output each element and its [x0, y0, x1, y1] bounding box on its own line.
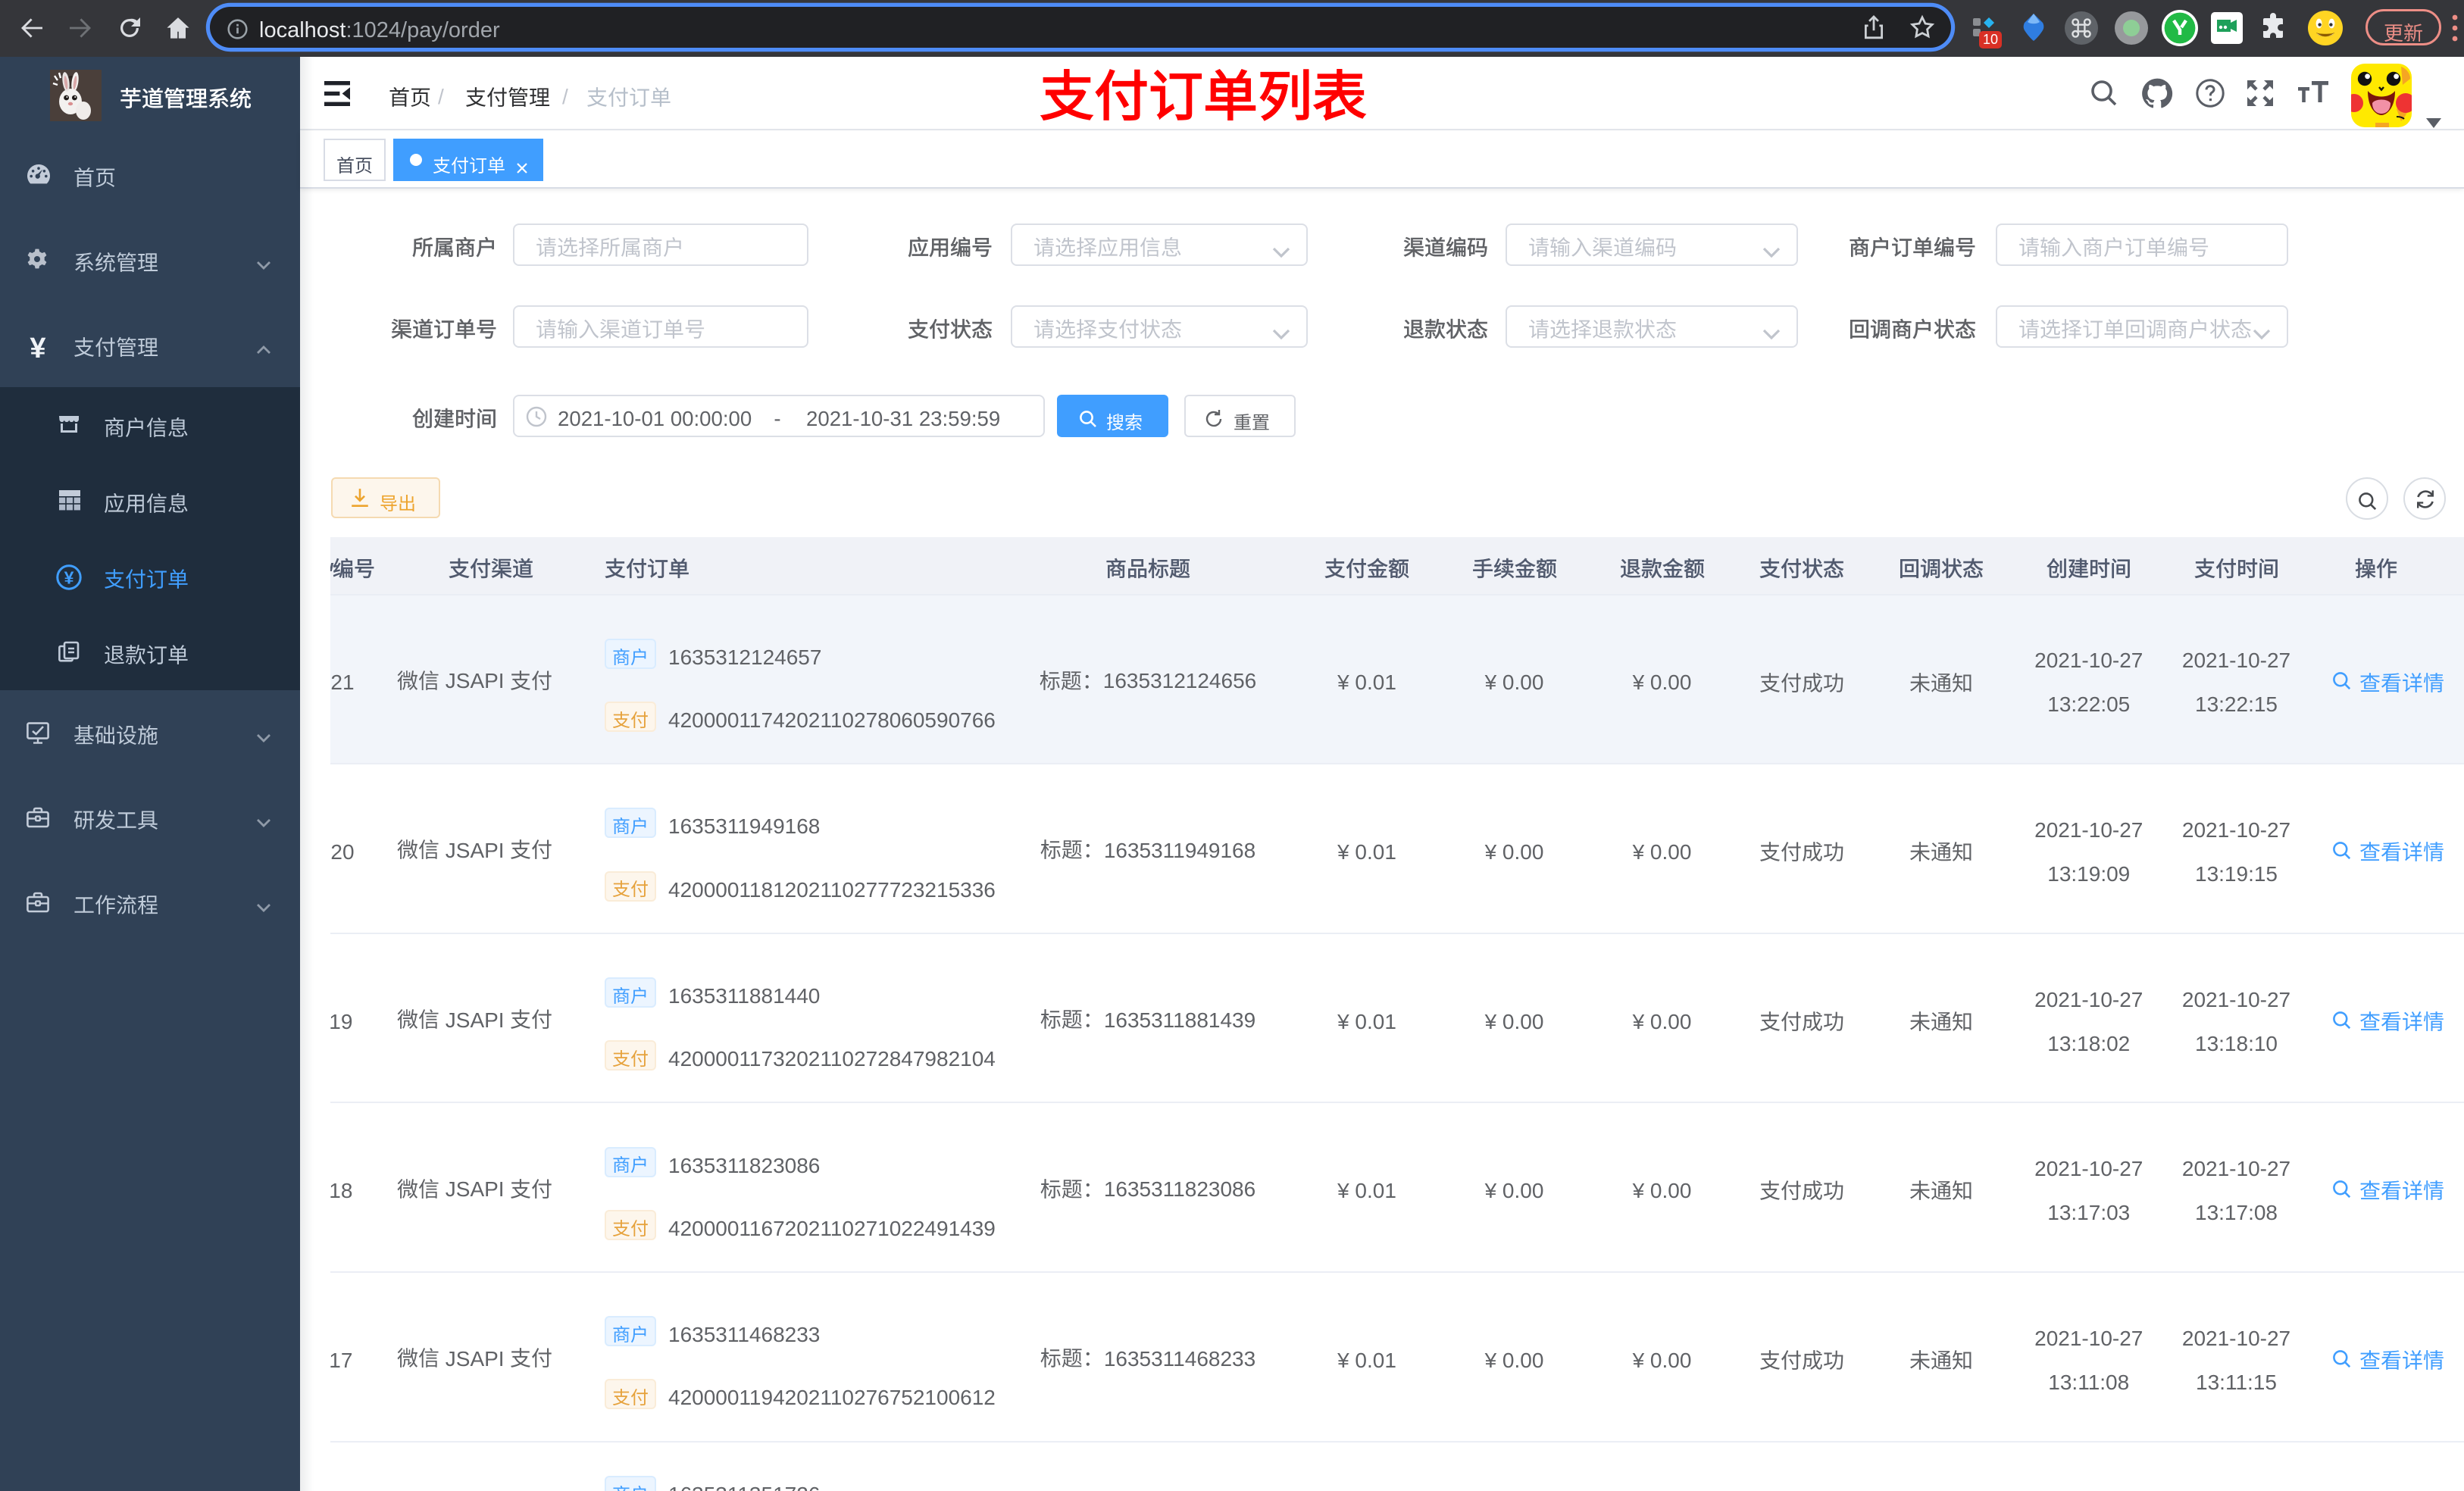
- svg-text:¥: ¥: [64, 568, 74, 588]
- svg-text:¥: ¥: [30, 333, 45, 363]
